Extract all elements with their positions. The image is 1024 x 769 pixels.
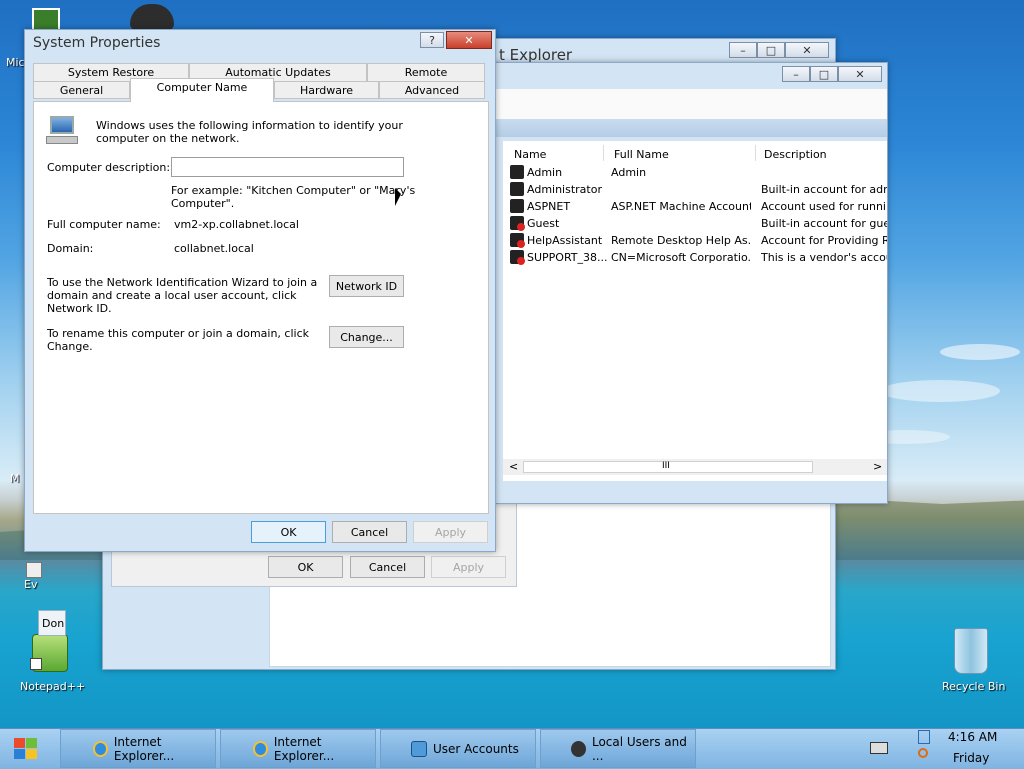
domain-value: collabnet.local [174,242,254,255]
taskbar-item-ie-1[interactable]: Internet Explorer... [60,729,216,768]
wizard-text-1: To use the Network Identification Wizard… [47,276,318,289]
user-icon [510,182,524,196]
tab-computer-name[interactable]: Computer Name [130,78,274,102]
scroll-thumb[interactable]: III [523,461,813,473]
full-name-value: vm2-xp.collabnet.local [174,218,299,231]
recycle-bin-icon [954,628,988,674]
scroll-left-button[interactable]: < [509,460,518,473]
minimize-button[interactable]: – [729,42,757,58]
desktop-icon-3[interactable]: Ev [4,560,44,596]
wizard-text-3: Network ID. [47,302,112,315]
network-id-button[interactable]: Network ID [329,275,404,297]
tab-remote[interactable]: Remote [367,63,485,81]
dialog-title: System Properties [33,35,161,51]
ok-button[interactable]: OK [251,521,326,543]
mouse-cursor-icon [395,188,401,206]
disabled-user-icon [510,233,525,248]
user-accounts-icon [411,740,427,757]
change-button[interactable]: Change... [329,326,404,348]
desktop-icon-label: Recycle Bin [942,680,1006,693]
back-ok-button[interactable]: OK [268,556,343,578]
apply-button[interactable]: Apply [413,521,488,543]
user-icon [510,199,524,213]
tab-page-computer-name: Windows uses the following information t… [33,101,489,514]
taskbar-item-local-users[interactable]: Local Users and ... [540,729,696,768]
computer-description-input[interactable] [171,157,404,177]
desktop-icon-label: M [10,472,20,485]
wizard-text-2: domain and create a local user account, … [47,289,297,302]
example-line-2: Computer". [171,197,235,210]
clock-time[interactable]: 4:16 AM [948,730,997,744]
windows-logo-icon [14,738,38,760]
example-line-1: For example: "Kitchen Computer" or "Mary… [171,184,416,197]
user-icon [510,165,524,179]
domain-label: Domain: [47,242,94,255]
tab-strip: System Restore Automatic Updates Remote … [33,63,487,103]
rename-text-2: Change. [47,340,93,353]
shortcut-icon [26,562,42,578]
desktop-icon-label: Ev [24,578,38,591]
maximize-button[interactable]: □ [810,66,838,82]
help-button[interactable]: ? [420,32,444,48]
column-header-name[interactable]: Name [514,148,546,161]
list-item-user[interactable]: ASPNET ASP.NET Machine Account Account u… [503,198,887,215]
intro-line-2: computer on the network. [96,132,240,145]
users-list[interactable]: Name Full Name Description Admin Admin A… [503,141,887,481]
start-button[interactable] [4,732,50,766]
clock-day[interactable]: Friday [953,751,989,765]
internet-explorer-icon [93,740,108,757]
shortcut-arrow-icon [30,658,42,670]
desktop-icon-label: Mic [6,56,25,69]
taskbar-item-user-accounts[interactable]: User Accounts [380,729,536,768]
list-item-user[interactable]: Guest Built-in account for guest [503,215,887,232]
tab-advanced[interactable]: Advanced [379,81,485,99]
system-properties-dialog[interactable]: System Properties ? ✕ System Restore Aut… [24,29,496,552]
desktop-icon-2[interactable]: M [4,470,26,490]
disabled-user-icon [510,250,525,265]
close-button[interactable]: ✕ [785,42,829,58]
desktop: Mic M Ev Notepad++ Recycle Bin t Explore… [0,0,1024,728]
back-apply-button[interactable]: Apply [431,556,506,578]
close-button[interactable]: ✕ [446,31,492,49]
column-header-description[interactable]: Description [764,148,827,161]
tray-pen-icon[interactable] [918,730,930,744]
desktop-icon-label: Notepad++ [20,680,86,693]
list-item-user[interactable]: SUPPORT_38... CN=Microsoft Corporatio...… [503,249,887,266]
desktop-icon-notepadpp[interactable]: Notepad++ [14,630,88,693]
list-item-user[interactable]: Administrator Built-in account for admir [503,181,887,198]
rename-text-1: To rename this computer or join a domain… [47,327,309,340]
users-window-toolbar [495,89,887,120]
taskbar-item-ie-2[interactable]: Internet Explorer... [220,729,376,768]
disabled-user-icon [510,216,525,231]
minimize-button[interactable]: – [782,66,810,82]
cancel-button[interactable]: Cancel [332,521,407,543]
column-divider [603,145,604,161]
column-header-full-name[interactable]: Full Name [614,148,669,161]
close-button[interactable]: ✕ [838,66,882,82]
back-cancel-button[interactable]: Cancel [350,556,425,578]
raccoon-icon[interactable] [130,4,174,30]
computer-icon [46,116,78,146]
tab-general[interactable]: General [33,81,130,99]
full-name-label: Full computer name: [47,218,161,231]
list-item-user[interactable]: Admin Admin [503,164,887,181]
tab-hardware[interactable]: Hardware [274,81,379,99]
list-item-user[interactable]: HelpAssistant Remote Desktop Help As... … [503,232,887,249]
users-window-strip [495,119,887,137]
description-label: Computer description: [47,161,171,174]
horizontal-scrollbar[interactable]: < III > [503,459,887,475]
desktop-icon-recycle-bin[interactable]: Recycle Bin [936,626,1008,696]
search-icon[interactable] [918,748,928,758]
internet-explorer-icon [253,740,268,757]
keyboard-icon[interactable] [870,742,888,754]
users-window[interactable]: – □ ✕ Name Full Name Description Admin A… [494,62,888,504]
local-users-icon [571,740,586,757]
intro-line-1: Windows uses the following information t… [96,119,403,132]
maximize-button[interactable]: □ [757,42,785,58]
back-window-fragment-box: Don [38,610,66,636]
column-divider [755,145,756,161]
scroll-right-button[interactable]: > [873,460,882,473]
